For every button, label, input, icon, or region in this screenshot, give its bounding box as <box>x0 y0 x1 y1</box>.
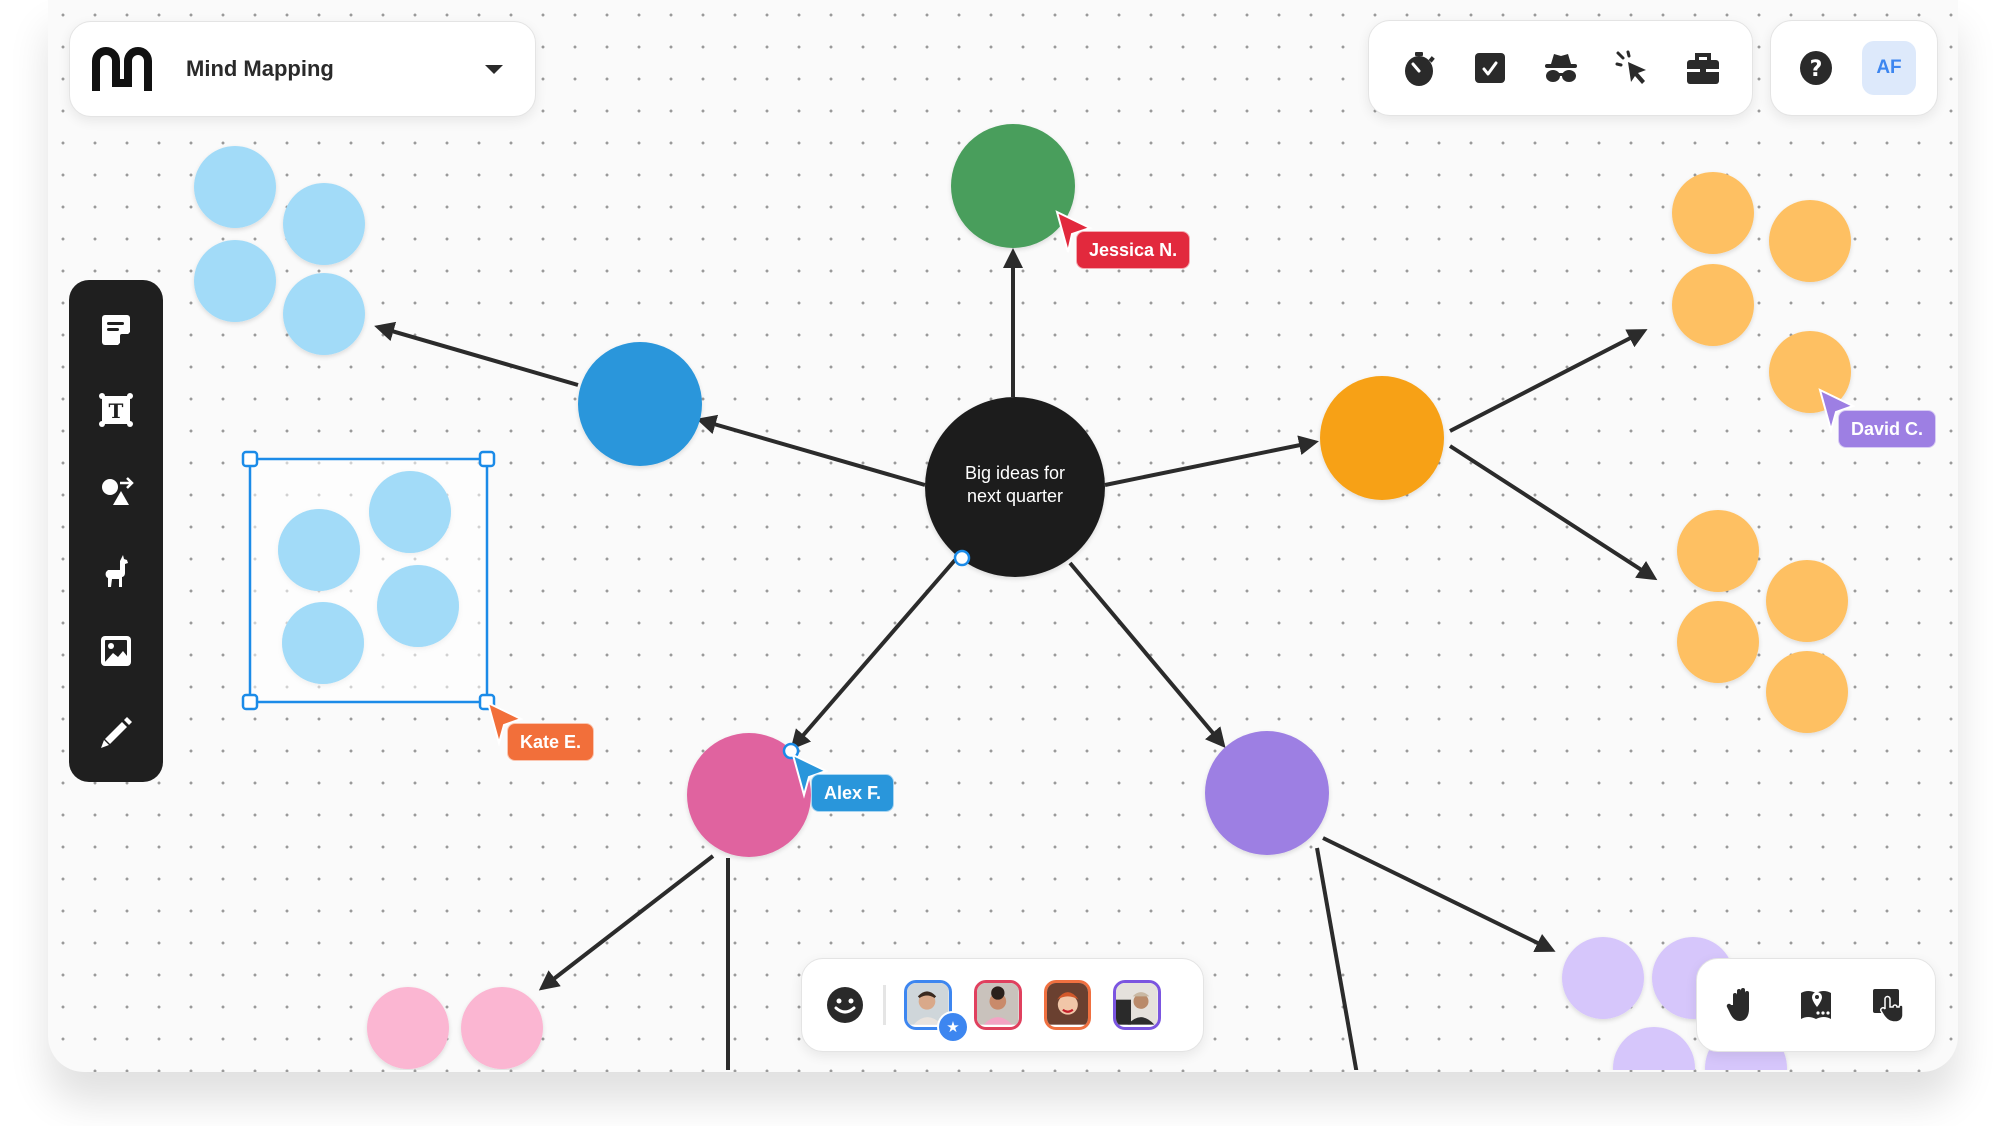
branch-node-blue[interactable] <box>578 342 702 466</box>
connector-to-purple[interactable] <box>1068 561 1226 749</box>
pencil-icon[interactable] <box>92 708 140 756</box>
connector-to-pink[interactable] <box>790 558 957 751</box>
leaf-orange[interactable] <box>1677 601 1759 683</box>
leaf-light-blue[interactable] <box>283 273 365 355</box>
leaf-orange[interactable] <box>1672 172 1754 254</box>
top-tools-bar <box>1368 20 1753 116</box>
connector-orange-to-upper[interactable] <box>1449 329 1648 433</box>
svg-text:?: ? <box>1810 57 1823 82</box>
resize-handle[interactable] <box>478 450 496 468</box>
branch-node-purple[interactable] <box>1205 731 1329 855</box>
central-node-text-line1: Big ideas for <box>964 463 1066 483</box>
leaf-light-blue-selected[interactable] <box>278 509 360 591</box>
cursor-label-kate: Kate E. <box>507 723 595 761</box>
leaf-light-blue-selected[interactable] <box>369 471 451 553</box>
cursor-label-alex: Alex F. <box>811 774 895 812</box>
leaf-orange[interactable] <box>1766 560 1848 642</box>
board-header: Mind Mapping <box>69 21 536 117</box>
leaf-pink[interactable] <box>461 987 543 1069</box>
connector-to-blue[interactable] <box>696 414 926 487</box>
smiley-icon[interactable] <box>822 981 867 1029</box>
user-area: ? AF <box>1770 20 1938 116</box>
left-toolbar: T <box>69 280 163 782</box>
connector-blue-to-leaves[interactable] <box>374 321 579 387</box>
toolbox-icon[interactable] <box>1679 44 1727 92</box>
checkbox-icon[interactable] <box>1466 44 1514 92</box>
raise-hand-icon[interactable] <box>1719 981 1767 1029</box>
selection-box[interactable] <box>241 450 496 711</box>
bottom-nav-bar <box>1696 958 1936 1052</box>
host-star-icon: ★ <box>937 1011 969 1043</box>
central-node-label: Big ideas for next quarter <box>925 462 1105 508</box>
map-pin-icon[interactable] <box>1792 981 1840 1029</box>
svg-text:T: T <box>109 399 124 423</box>
cursor-click-icon[interactable] <box>1608 44 1656 92</box>
collaborator-avatar[interactable] <box>973 980 1022 1030</box>
text-box-icon[interactable]: T <box>92 386 140 434</box>
leaf-light-blue-selected[interactable] <box>377 565 459 647</box>
app-logo-icon[interactable] <box>92 47 152 91</box>
leaf-pink[interactable] <box>367 987 449 1069</box>
leaf-orange[interactable] <box>1766 651 1848 733</box>
branch-node-green[interactable] <box>951 124 1075 248</box>
branch-node-orange[interactable] <box>1320 376 1444 500</box>
leaf-light-blue[interactable] <box>194 240 276 322</box>
user-avatar[interactable]: AF <box>1862 41 1916 95</box>
divider <box>883 985 887 1025</box>
cursor-label-david: David C. <box>1838 410 1937 448</box>
connection-handle[interactable] <box>953 549 971 567</box>
incognito-icon[interactable] <box>1537 44 1585 92</box>
stopwatch-icon[interactable] <box>1395 44 1443 92</box>
collaborator-avatar[interactable] <box>1043 980 1092 1030</box>
connector-orange-to-lower[interactable] <box>1448 444 1658 581</box>
leaf-lavender[interactable] <box>1562 937 1644 1019</box>
connector-to-orange[interactable] <box>1104 435 1319 487</box>
connector-purple-down[interactable] <box>1315 847 1360 1080</box>
collaborator-avatar[interactable] <box>1113 980 1161 1030</box>
help-circle-icon[interactable]: ? <box>1792 44 1840 92</box>
connector-pink-to-leaves[interactable] <box>538 854 715 991</box>
image-icon[interactable] <box>92 627 140 675</box>
resize-handle[interactable] <box>241 693 259 711</box>
touch-icon[interactable] <box>1865 981 1913 1029</box>
leaf-light-blue-selected[interactable] <box>282 602 364 684</box>
leaf-light-blue[interactable] <box>283 183 365 265</box>
resize-handle[interactable] <box>241 450 259 468</box>
llama-icon[interactable] <box>92 547 140 595</box>
collaborators-bar <box>801 958 1204 1052</box>
leaf-orange[interactable] <box>1677 510 1759 592</box>
cursor-label-jessica: Jessica N. <box>1076 231 1191 269</box>
leaf-orange[interactable] <box>1769 200 1851 282</box>
shapes-arrow-icon[interactable] <box>92 467 140 515</box>
leaf-light-blue[interactable] <box>194 146 276 228</box>
sticky-note-icon[interactable] <box>92 306 140 354</box>
caret-down-icon[interactable] <box>485 64 503 74</box>
leaf-lavender[interactable] <box>1613 1027 1695 1109</box>
board-title[interactable]: Mind Mapping <box>186 56 485 82</box>
central-node-text-line2: next quarter <box>966 486 1064 506</box>
leaf-orange[interactable] <box>1672 264 1754 346</box>
connector-purple-to-leaves[interactable] <box>1322 836 1556 952</box>
